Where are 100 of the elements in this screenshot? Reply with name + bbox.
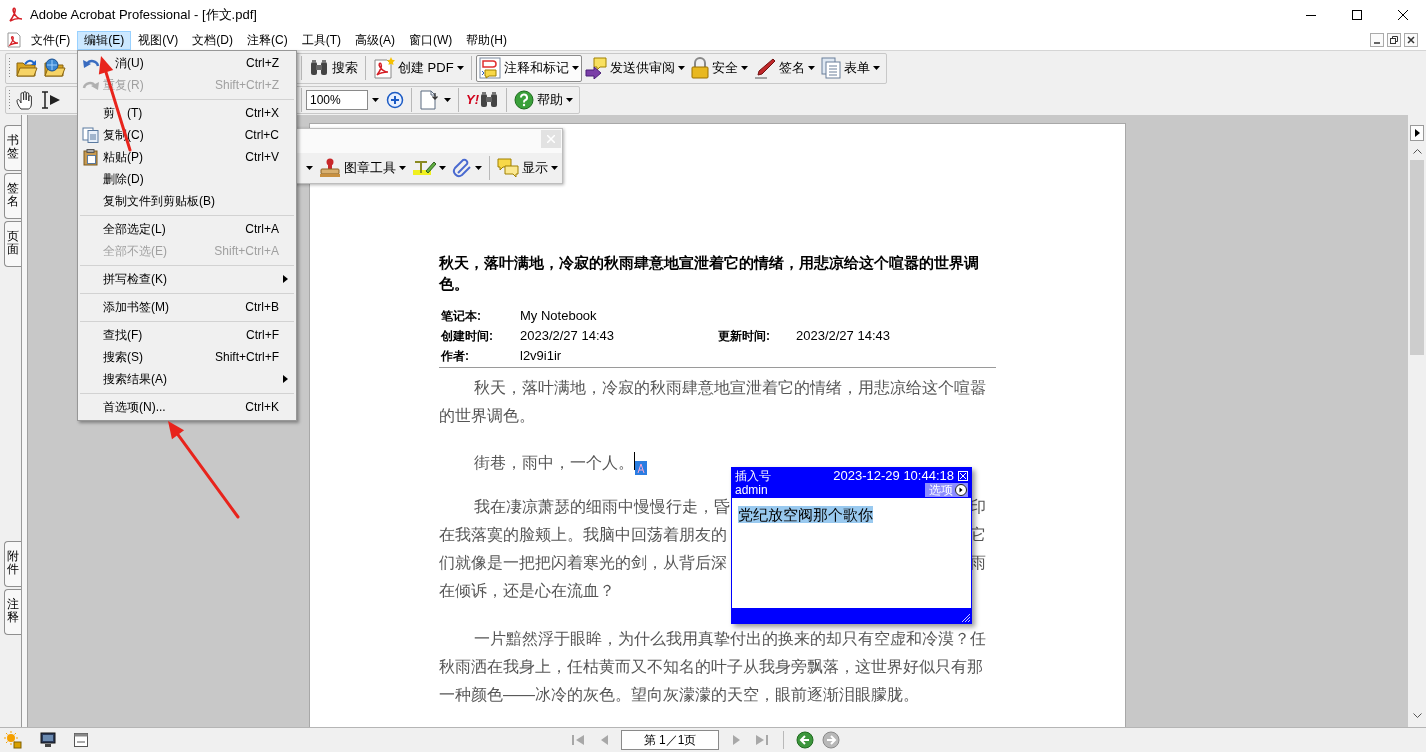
side-panel-tab[interactable]: 书签 <box>4 125 21 171</box>
window-icon[interactable] <box>73 732 89 748</box>
close-icon <box>960 473 966 479</box>
menu-bar-item[interactable]: 视图(V) <box>131 30 186 50</box>
menu-item[interactable]: 全部选定(L) <box>103 221 166 237</box>
keyboard-shortcut: Ctrl+C <box>244 127 279 143</box>
menu-item[interactable]: (T) <box>127 105 143 121</box>
menu-item[interactable]: 添加书签(M) <box>103 299 169 315</box>
paragraph: 街巷，雨中，一个人。 <box>474 453 634 473</box>
menu-item[interactable]: 搜索结果(A) <box>103 371 167 387</box>
send-icon <box>584 57 607 79</box>
triangle-right-icon <box>1414 129 1420 137</box>
side-panel-tab[interactable]: 注释 <box>4 589 21 635</box>
menu-item[interactable]: 搜索(S) <box>103 349 143 365</box>
keyboard-shortcut: Ctrl+Z <box>246 55 279 71</box>
menu-item[interactable]: 查找(F) <box>103 327 143 343</box>
stamp-icon <box>319 158 341 178</box>
binoculars-icon <box>479 91 499 109</box>
keyboard-shortcut: Ctrl+F <box>246 327 279 343</box>
menu-item[interactable]: 首选项(N)... <box>103 399 166 415</box>
menu-bar-item[interactable]: 帮助(H) <box>459 30 514 50</box>
menu-item[interactable]: 粘贴(P) <box>103 149 143 165</box>
zoom-field[interactable]: 100% <box>306 90 368 110</box>
menu-bar-item[interactable]: 编辑(E) <box>77 30 132 50</box>
menu-bar-item[interactable]: 工具(T) <box>294 30 348 50</box>
text-cursor <box>634 452 635 470</box>
menu-item[interactable]: 拼写检查(K) <box>103 271 167 287</box>
field-label: 创建时间: <box>441 329 493 343</box>
sign-button[interactable]: 签名 <box>750 54 818 82</box>
help-button[interactable]: 帮助 <box>511 86 576 114</box>
keyboard-shortcut: Ctrl+X <box>245 105 279 121</box>
close-button[interactable] <box>958 471 968 481</box>
note-author: admin <box>735 483 768 497</box>
pdf-document-icon <box>373 57 395 79</box>
keyboard-shortcut: Ctrl+K <box>245 399 279 415</box>
close-icon[interactable] <box>1404 33 1418 47</box>
field-label: 更新时间: <box>718 329 770 343</box>
monitor-icon[interactable] <box>40 732 56 748</box>
zoom-in-icon <box>386 91 404 109</box>
pen-icon <box>753 57 776 79</box>
pane-toggle-button[interactable] <box>1410 125 1424 141</box>
speech-bubbles-icon <box>497 158 519 178</box>
side-panel-tab[interactable]: 附件 <box>4 541 21 587</box>
keyboard-shortcut: Ctrl+B <box>245 299 279 315</box>
side-panel-tab[interactable]: 页面 <box>4 221 21 267</box>
paragraph: 一片黯然浮于眼眸，为什么我用真挚付出的换来的却只有空虚和冷漠？任秋雨洒在我身上，任枯黄而又不知名的叶子从我身旁飘落，这世界好似只有那一种颜色——冰冷的灰色。望向灰濛濛的天空，眼前逐渐泪眼朦胧。 <box>439 629 987 705</box>
paragraph-line: 我在凄凉萧瑟的细雨中慢慢行走，昏 <box>474 497 730 517</box>
menu-bar-item[interactable]: 窗口(W) <box>402 30 460 50</box>
send-review-button[interactable]: 发送供审阅 <box>581 54 688 82</box>
paragraph: 秋天，落叶满地，冷寂的秋雨肆意地宣泄着它的情绪，用悲凉给这个喧嚣的世界调色。 <box>439 378 987 426</box>
field-value: 2023/2/27 14:43 <box>520 328 614 343</box>
create-pdf-button[interactable]: 创建 PDF <box>370 54 467 82</box>
chevron-up-icon <box>1412 148 1422 154</box>
highlighter-icon <box>412 159 436 177</box>
clipboard-icon <box>81 148 100 166</box>
sun-icon[interactable] <box>4 731 22 749</box>
security-button[interactable]: 安全 <box>687 54 751 82</box>
resize-grip-icon[interactable] <box>961 613 971 623</box>
pdf-logo-icon <box>8 7 22 23</box>
binoculars-icon <box>309 59 329 77</box>
scrollbar-thumb[interactable] <box>1410 160 1424 355</box>
menu-bar-item[interactable]: 高级(A) <box>348 30 402 50</box>
menu-bar-item[interactable]: 文件(F) <box>24 30 78 50</box>
close-icon <box>547 135 555 143</box>
menu-bar-item[interactable]: 注释(C) <box>240 30 295 50</box>
menu-item[interactable]: 删除(D) <box>103 171 144 187</box>
show-button[interactable]: 显示 <box>494 154 561 182</box>
paperclip-icon <box>452 158 472 178</box>
comment-button[interactable]: 注释和标记 <box>475 54 582 82</box>
chevron-down-icon <box>1412 712 1422 718</box>
note-type: 插入号 <box>735 469 771 483</box>
field-label: 笔记本: <box>441 309 481 323</box>
forms-button[interactable]: 表单 <box>817 54 883 82</box>
paragraph-line: 在我落寞的脸颊上。我脑中回荡着朋友的 <box>439 525 727 545</box>
note-text: 党纪放空阀那个歌你 <box>738 506 873 523</box>
search-button[interactable]: 搜索 <box>306 54 361 82</box>
minimize-icon <box>1306 14 1316 16</box>
text-select-icon <box>40 90 62 110</box>
drag-handle[interactable] <box>8 57 11 79</box>
stamp-tool-button[interactable]: 图章工具 <box>316 154 409 182</box>
search-button[interactable]: Y! <box>463 86 502 114</box>
page-number-field[interactable]: 第 1／1页 <box>621 730 719 750</box>
menu-bar-item[interactable]: 文档(D) <box>185 30 240 50</box>
lock-icon <box>690 57 709 79</box>
field-label: 作者: <box>441 349 469 363</box>
paragraph-line: 们就像是一把把闪着寒光的剑，从背后深 <box>439 553 727 573</box>
menu-item[interactable]: 复制文件到剪贴板(B) <box>103 193 215 209</box>
note-date: 2023-12-29 10:44:18 <box>833 469 954 483</box>
menu-item[interactable]: 剪 <box>103 105 115 121</box>
hand-icon <box>16 90 34 110</box>
menu-item[interactable]: 消(U) <box>115 55 144 71</box>
keyboard-shortcut: Ctrl+V <box>245 149 279 165</box>
comment-icon <box>478 57 501 79</box>
side-panel-tab[interactable]: 签名 <box>4 173 21 219</box>
note-marker-icon[interactable] <box>635 461 647 475</box>
drag-handle[interactable] <box>8 89 11 111</box>
restore-icon[interactable] <box>1387 33 1401 47</box>
document-heading: 秋天，落叶满地，冷寂的秋雨肆意地宣泄着它的情绪，用悲凉给这个喧嚣的世界调色。 <box>439 253 980 294</box>
note-text-field[interactable]: 党纪放空阀那个歌你 <box>732 498 971 608</box>
minimize-icon[interactable] <box>1370 33 1384 47</box>
